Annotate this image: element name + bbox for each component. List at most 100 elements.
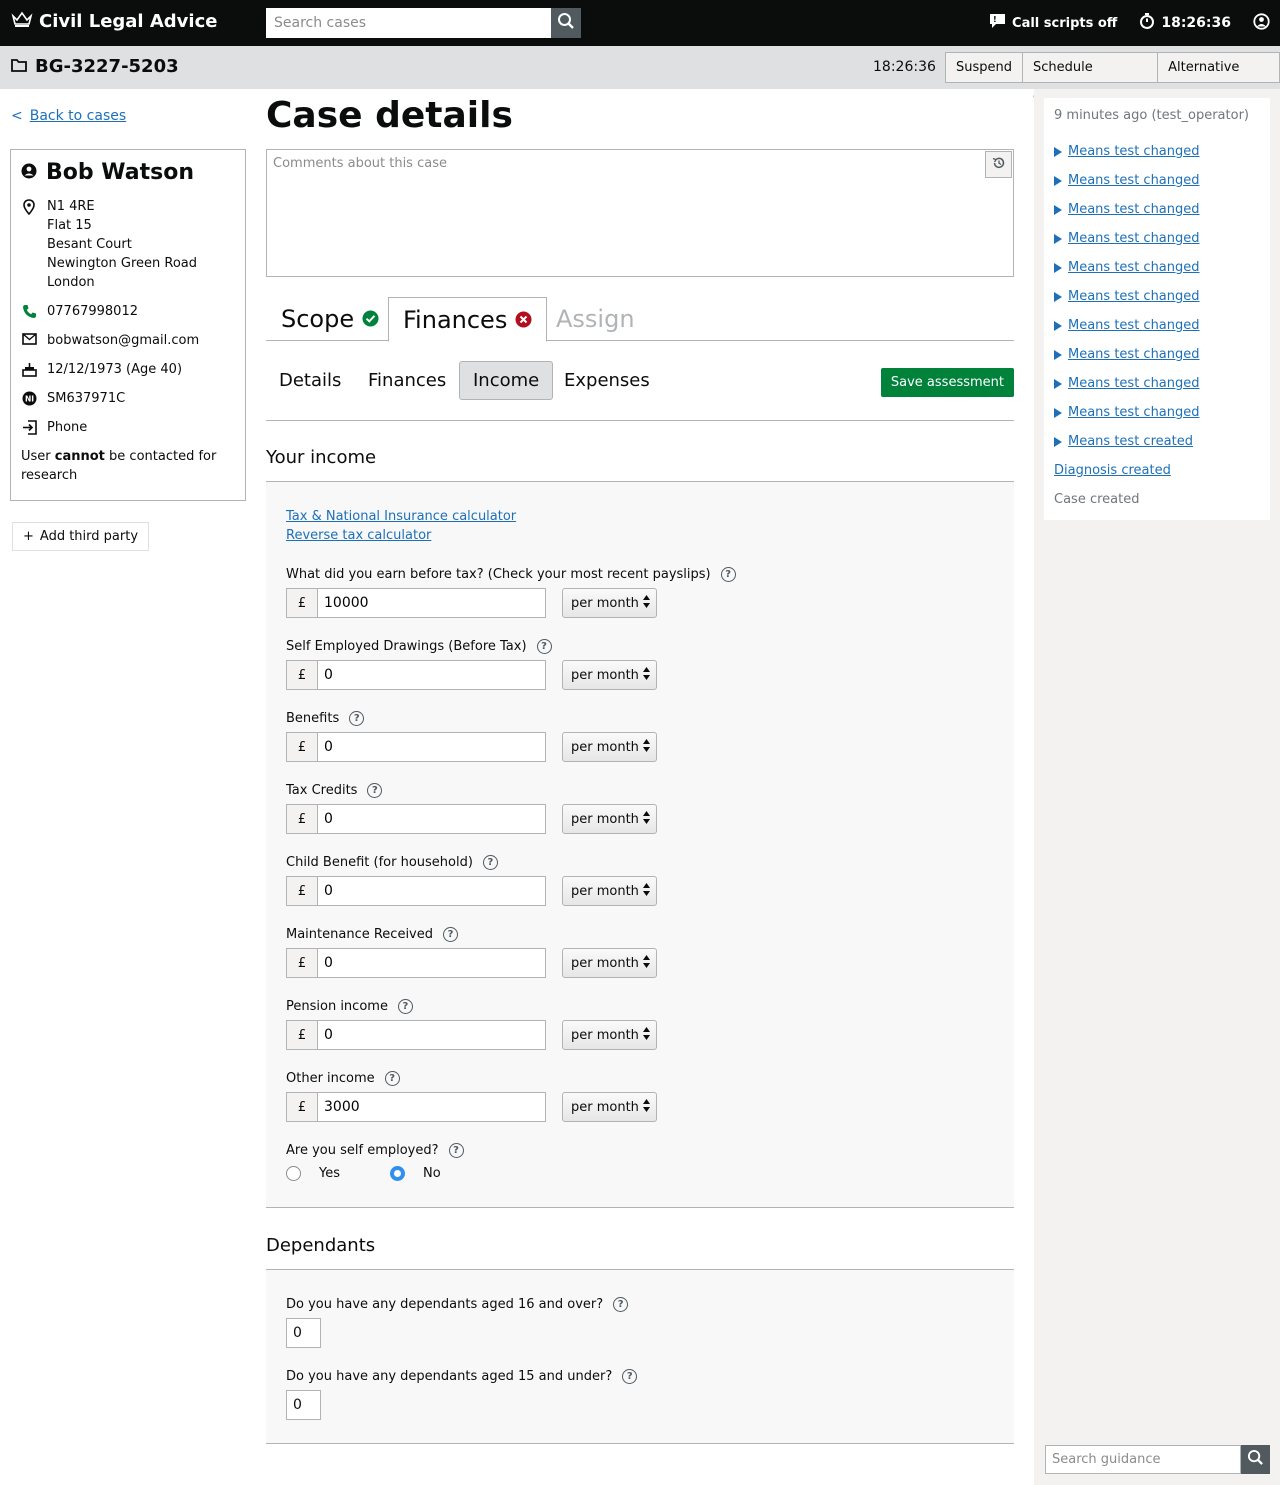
subtab-expenses[interactable]: Expenses xyxy=(551,361,663,400)
period-select[interactable]: per month xyxy=(562,804,657,834)
log-entry[interactable]: Means test changed xyxy=(1054,282,1260,311)
save-assessment-button[interactable]: Save assessment xyxy=(880,368,1014,397)
email-address[interactable]: bobwatson@gmail.com xyxy=(47,331,199,350)
period-select[interactable]: per month xyxy=(562,660,657,690)
tax-ni-calculator-link[interactable]: Tax & National Insurance calculator xyxy=(286,509,516,524)
person-name[interactable]: Bob Watson xyxy=(21,160,235,185)
schedule-callback-button[interactable]: Schedule callback xyxy=(1022,52,1159,104)
help-icon[interactable]: ? xyxy=(448,1142,464,1158)
expand-triangle-icon[interactable] xyxy=(1054,204,1062,215)
period-select[interactable]: per month xyxy=(562,1092,657,1122)
help-icon[interactable]: ? xyxy=(613,1296,629,1312)
research-prefix: User xyxy=(21,449,55,464)
help-icon[interactable]: ? xyxy=(397,998,413,1014)
expand-triangle-icon[interactable] xyxy=(1054,349,1062,360)
log-entry-link[interactable]: Means test changed xyxy=(1068,376,1200,391)
help-icon[interactable]: ? xyxy=(367,782,383,798)
alternative-help-button[interactable]: Alternative help xyxy=(1157,52,1280,104)
expand-triangle-icon[interactable] xyxy=(1054,407,1062,418)
subtab-finances[interactable]: Finances xyxy=(355,361,459,400)
field-label: Do you have any dependants aged 16 and o… xyxy=(286,1296,604,1312)
self-employed-radios: Yes No xyxy=(286,1166,464,1181)
back-chevron: < xyxy=(11,108,23,124)
log-entry[interactable]: Means test changed xyxy=(1054,137,1260,166)
log-entry-link[interactable]: Means test changed xyxy=(1068,318,1200,333)
expand-triangle-icon[interactable] xyxy=(1054,233,1062,244)
log-entry-link[interactable]: Means test changed xyxy=(1068,202,1200,217)
subtab-income[interactable]: Income xyxy=(459,361,554,400)
help-icon[interactable]: ? xyxy=(482,854,498,870)
reverse-tax-calculator-link[interactable]: Reverse tax calculator xyxy=(286,528,431,543)
radio-yes[interactable]: Yes xyxy=(286,1166,340,1181)
case-search-button[interactable] xyxy=(551,8,581,38)
app-brand[interactable]: Civil Legal Advice xyxy=(11,10,217,33)
help-icon[interactable]: ? xyxy=(720,566,736,582)
expand-triangle-icon[interactable] xyxy=(1054,146,1062,157)
comments-textarea[interactable] xyxy=(267,150,1013,276)
radio-no[interactable]: No xyxy=(390,1166,441,1181)
help-icon[interactable]: ? xyxy=(349,710,365,726)
expand-triangle-icon[interactable] xyxy=(1054,320,1062,331)
log-entry-link[interactable]: Means test changed xyxy=(1068,260,1200,275)
help-icon[interactable]: ? xyxy=(443,926,458,942)
tab-finances[interactable]: Finances xyxy=(388,297,548,342)
expand-triangle-icon[interactable] xyxy=(1054,291,1062,302)
period-select[interactable]: per month xyxy=(562,588,657,618)
log-entry[interactable]: Means test changed xyxy=(1054,369,1260,398)
guidance-search-input[interactable] xyxy=(1045,1445,1241,1474)
period-select[interactable]: per month xyxy=(562,948,657,978)
log-entry-link[interactable]: Means test changed xyxy=(1068,347,1200,362)
log-entry[interactable]: Means test changed xyxy=(1054,195,1260,224)
child-benefit-input[interactable] xyxy=(317,876,546,906)
tax-credits-input[interactable] xyxy=(317,804,546,834)
dependants-15-under-input[interactable]: 0 xyxy=(286,1390,321,1420)
expand-triangle-icon[interactable] xyxy=(1054,436,1062,447)
log-entry-link[interactable]: Means test changed xyxy=(1068,289,1200,304)
user-menu[interactable] xyxy=(1253,12,1270,34)
phone-number[interactable]: 07767998012 xyxy=(47,302,138,321)
add-third-party-button[interactable]: + Add third party xyxy=(12,522,150,551)
help-icon[interactable]: ? xyxy=(384,1070,400,1086)
log-entry-link[interactable]: Means test created xyxy=(1068,434,1193,449)
log-entry[interactable]: Means test changed xyxy=(1054,224,1260,253)
period-select[interactable]: per month xyxy=(562,876,657,906)
log-entry-link[interactable]: Means test changed xyxy=(1068,405,1200,420)
help-icon[interactable]: ? xyxy=(536,638,552,654)
suspend-button[interactable]: Suspend xyxy=(945,52,1024,83)
benefits-input[interactable] xyxy=(317,732,546,762)
maintenance-input[interactable] xyxy=(317,948,546,978)
log-entry[interactable]: Means test changed xyxy=(1054,340,1260,369)
expand-triangle-icon[interactable] xyxy=(1054,378,1062,389)
tab-scope[interactable]: Scope xyxy=(267,297,393,341)
case-search-input[interactable] xyxy=(266,8,551,38)
log-entry-link[interactable]: Means test changed xyxy=(1068,173,1200,188)
help-icon[interactable]: ? xyxy=(622,1368,638,1384)
pension-input[interactable] xyxy=(317,1020,546,1050)
expand-triangle-icon[interactable] xyxy=(1054,262,1062,273)
comment-history-button[interactable] xyxy=(985,151,1012,178)
radio-button[interactable] xyxy=(286,1166,301,1181)
other-income-input[interactable] xyxy=(317,1092,546,1122)
log-entry-link[interactable]: Means test changed xyxy=(1068,144,1200,159)
drawings-input[interactable] xyxy=(317,660,546,690)
page-title: Case details xyxy=(266,95,513,136)
period-select[interactable]: per month xyxy=(562,732,657,762)
log-entry-diagnosis: Diagnosis created xyxy=(1054,456,1260,485)
radio-button-selected[interactable] xyxy=(390,1166,405,1181)
select-arrows-icon xyxy=(643,666,650,684)
guidance-search-button[interactable] xyxy=(1241,1445,1270,1474)
log-entry[interactable]: Means test changed xyxy=(1054,311,1260,340)
log-entry[interactable]: Means test created xyxy=(1054,427,1260,456)
log-entry[interactable]: Means test changed xyxy=(1054,166,1260,195)
log-entry[interactable]: Means test changed xyxy=(1054,398,1260,427)
earnings-input[interactable] xyxy=(317,588,546,618)
subtab-details[interactable]: Details xyxy=(266,361,354,400)
back-to-cases-link[interactable]: Back to cases xyxy=(30,108,126,124)
expand-triangle-icon[interactable] xyxy=(1054,175,1062,186)
call-scripts-toggle[interactable]: ! Call scripts off xyxy=(989,13,1117,33)
dependants-16-over-input[interactable]: 0 xyxy=(286,1318,321,1348)
log-entry[interactable]: Means test changed xyxy=(1054,253,1260,282)
period-select[interactable]: per month xyxy=(562,1020,657,1050)
log-entry-link[interactable]: Means test changed xyxy=(1068,231,1200,246)
diagnosis-created-link[interactable]: Diagnosis created xyxy=(1054,463,1171,478)
